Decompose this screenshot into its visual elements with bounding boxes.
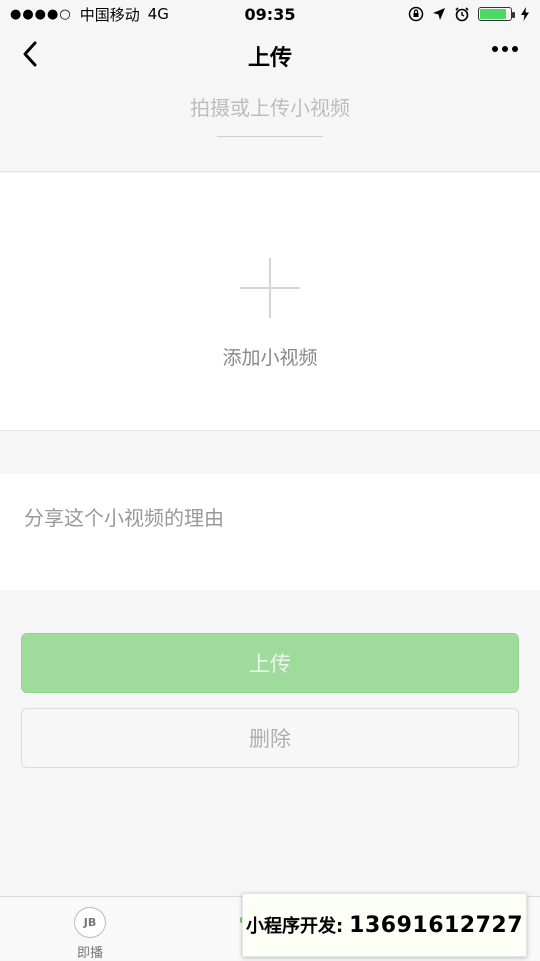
subtitle-area: 拍摄或上传小视频 xyxy=(0,84,540,172)
add-video-area[interactable]: 添加小视频 xyxy=(0,173,540,431)
upload-button[interactable]: 上传 xyxy=(21,633,519,693)
dot xyxy=(512,46,518,52)
contact-banner: 小程序开发: 13691612727 xyxy=(242,893,527,957)
banner-phone-number: 13691612727 xyxy=(349,912,524,938)
carrier-name: 中国移动 xyxy=(79,5,140,24)
jb-logo-icon: JB xyxy=(74,907,106,938)
status-left: ●●●●○ 中国移动 4G xyxy=(10,4,169,25)
dot xyxy=(492,46,498,52)
battery-icon xyxy=(478,7,515,21)
back-button[interactable] xyxy=(14,38,46,70)
chevron-left-icon xyxy=(23,41,37,67)
battery-fill xyxy=(480,9,506,19)
plus-icon xyxy=(240,258,300,318)
network-type: 4G xyxy=(147,5,169,23)
delete-button[interactable]: 删除 xyxy=(21,708,519,768)
page-title: 上传 xyxy=(247,46,292,71)
lock-rotation-icon xyxy=(408,6,424,22)
dot xyxy=(502,46,508,52)
tab-jibo[interactable]: JB 即播 xyxy=(35,897,145,961)
tab-label: 即播 xyxy=(76,946,103,961)
alarm-icon xyxy=(455,7,469,22)
reason-card xyxy=(0,474,540,590)
banner-label: 小程序开发: xyxy=(245,916,344,937)
navigation-bar: 上传 xyxy=(0,28,540,84)
add-video-label: 添加小视频 xyxy=(222,347,318,369)
charging-bolt-icon xyxy=(521,7,529,21)
subtitle: 拍摄或上传小视频 xyxy=(190,96,350,120)
status-bar: ●●●●○ 中国移动 4G 09:35 xyxy=(0,0,540,28)
signal-strength-icon: ●●●●○ xyxy=(10,6,72,22)
more-dots-icon[interactable] xyxy=(492,46,518,52)
reason-input[interactable] xyxy=(24,498,514,538)
location-arrow-icon xyxy=(433,8,445,20)
status-right xyxy=(408,6,530,22)
subtitle-divider xyxy=(217,136,323,137)
